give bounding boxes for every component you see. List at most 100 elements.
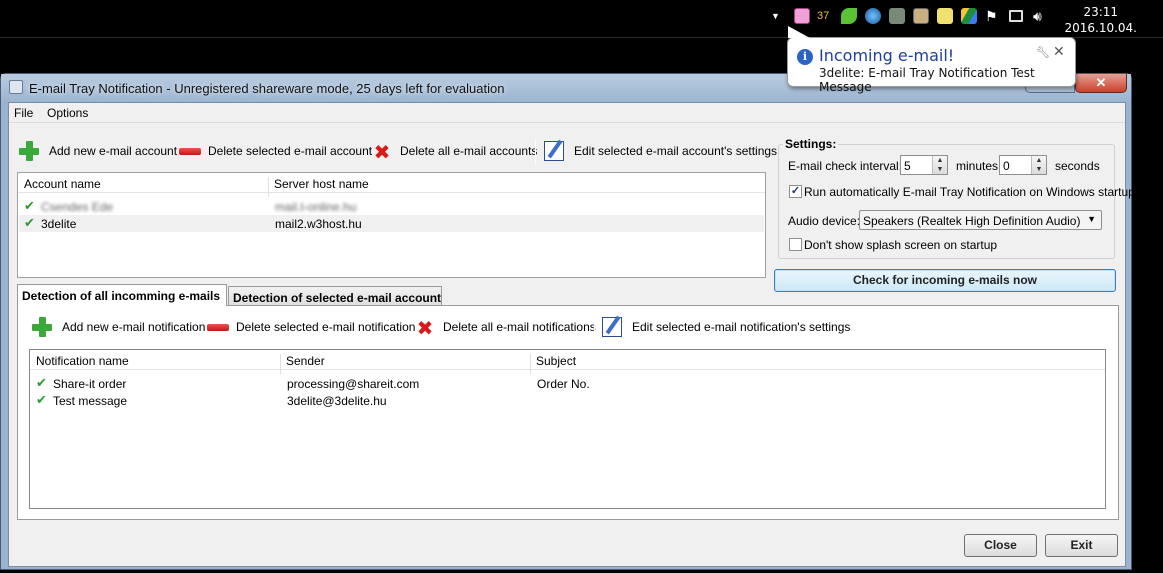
app-icon[interactable]: [9, 80, 23, 94]
add-account-label: Add new e-mail account: [49, 144, 178, 158]
close-button[interactable]: Close: [964, 534, 1037, 557]
notification-row[interactable]: ✔ Test message 3delite@3delite.hu: [31, 392, 1104, 409]
remove-icon: [179, 148, 201, 155]
menu-options[interactable]: Options: [47, 106, 88, 120]
edit-notification-button[interactable]: Edit selected e-mail notification's sett…: [602, 315, 850, 339]
edit-notification-label: Edit selected e-mail notification's sett…: [632, 320, 851, 334]
delete-x-icon: ✖: [416, 316, 434, 340]
enabled-check-icon: ✔: [24, 199, 35, 214]
enabled-check-icon: ✔: [36, 393, 47, 408]
tab-selected-account[interactable]: Detection of selected e-mail account: [228, 286, 442, 306]
notification-subject: Order No.: [537, 377, 590, 391]
accounts-list[interactable]: Account name Server host name ✔ Csendes …: [17, 172, 766, 278]
account-row[interactable]: ✔ 3delite mail2.w3host.hu: [19, 215, 764, 232]
settings-wrench-icon[interactable]: 🔧︎: [1036, 46, 1050, 59]
notification-name: Test message: [53, 394, 128, 408]
account-row[interactable]: ✔ Csendes Ede mail.t-online.hu: [19, 198, 764, 215]
exit-button[interactable]: Exit: [1045, 534, 1118, 557]
clock-date: 2016.10.04.: [1064, 21, 1137, 35]
balloon-title: Incoming e-mail!: [819, 46, 955, 65]
notification-balloon[interactable]: i Incoming e-mail! 3delite: E-mail Tray …: [787, 37, 1076, 94]
delete-all-accounts-label: Delete all e-mail accounts: [400, 144, 538, 158]
minutes-value: 5: [904, 159, 911, 173]
edit-account-label: Edit selected e-mail account's settings: [574, 144, 778, 158]
notification-row[interactable]: ✔ Share-it order processing@shareit.com …: [31, 375, 1104, 392]
column-divider[interactable]: [530, 354, 531, 374]
mail-tray-icon[interactable]: [794, 8, 810, 24]
toolbar-separator: [535, 140, 536, 164]
splash-label[interactable]: Don't show splash screen on startup: [804, 238, 997, 252]
notification-sender: processing@shareit.com: [287, 377, 420, 391]
minutes-label: minutes: [956, 159, 999, 173]
clock[interactable]: 23:11 2016.10.04.: [1064, 4, 1137, 36]
notification-name: Share-it order: [53, 377, 127, 391]
add-account-button[interactable]: Add new e-mail account: [19, 140, 177, 164]
settings-title: Settings:: [783, 137, 839, 151]
main-window: E-mail Tray Notification - Unregistered …: [0, 73, 1135, 570]
add-icon: [32, 317, 52, 337]
toolbar-separator: [594, 315, 595, 339]
enabled-check-icon: ✔: [36, 376, 47, 391]
window-title: E-mail Tray Notification - Unregistered …: [29, 81, 505, 96]
notes-icon[interactable]: [937, 8, 953, 24]
tab-panel: Add new e-mail notification Delete selec…: [17, 305, 1119, 520]
mail-count-badge[interactable]: 37: [817, 8, 835, 24]
delete-all-accounts-button[interactable]: ✖ Delete all e-mail accounts: [372, 140, 538, 164]
accounts-header: Account name Server host name: [18, 173, 765, 197]
window-close-button[interactable]: ✕: [1075, 74, 1127, 93]
startup-label[interactable]: Run automatically E-mail Tray Notificati…: [804, 185, 1135, 199]
column-subject[interactable]: Subject: [536, 354, 576, 368]
column-divider[interactable]: [268, 177, 269, 197]
balloon-text: 3delite: E-mail Tray Notification Test M…: [819, 66, 1035, 94]
menu-file[interactable]: File: [14, 106, 33, 120]
add-icon: [19, 141, 39, 161]
volume-icon[interactable]: 🔊︎: [1033, 8, 1049, 24]
globe-icon[interactable]: [865, 8, 881, 24]
notifications-list[interactable]: Notification name Sender Subject ✔ Share…: [29, 349, 1106, 509]
delete-notification-button[interactable]: Delete selected e-mail notification: [207, 315, 415, 339]
account-server: mail.t-online.hu: [275, 200, 357, 214]
leaf-icon[interactable]: [841, 8, 857, 24]
tab-all-emails[interactable]: Detection of all incomming e-mails: [17, 284, 227, 306]
seconds-value: 0: [1003, 159, 1010, 173]
edit-account-button[interactable]: Edit selected e-mail account's settings: [544, 140, 777, 164]
action-center-flag-icon[interactable]: ⚑: [985, 8, 1001, 24]
delete-all-notifications-button[interactable]: ✖ Delete all e-mail notifications: [415, 315, 596, 340]
minutes-spinner[interactable]: 5 ▲ ▼: [900, 155, 948, 175]
audio-label: Audio device:: [788, 214, 861, 228]
column-divider[interactable]: [280, 354, 281, 374]
column-server-host[interactable]: Server host name: [274, 177, 369, 191]
seconds-spinner[interactable]: 0 ▲ ▼: [999, 155, 1047, 175]
spin-buttons[interactable]: ▲ ▼: [1031, 156, 1046, 174]
column-account-name[interactable]: Account name: [24, 177, 101, 191]
column-sender[interactable]: Sender: [286, 354, 325, 368]
show-hidden-icons-chevron-icon[interactable]: ▼: [771, 11, 781, 21]
settings-group: Settings: E-mail check interval: 5 ▲ ▼ mi…: [778, 137, 1135, 259]
chevron-down-icon: ▼: [1087, 214, 1096, 224]
delete-notification-label: Delete selected e-mail notification: [236, 320, 416, 334]
notifications-header: Notification name Sender Subject: [30, 350, 1105, 374]
add-notification-label: Add new e-mail notification: [62, 320, 206, 334]
usb-device-icon[interactable]: [889, 8, 905, 24]
delete-account-button[interactable]: Delete selected e-mail account: [179, 140, 372, 164]
column-notification-name[interactable]: Notification name: [36, 354, 129, 368]
add-notification-button[interactable]: Add new e-mail notification: [32, 315, 205, 339]
seconds-label: seconds: [1055, 159, 1100, 173]
tab-control: Detection of all incomming e-mails Detec…: [17, 284, 1119, 526]
info-icon: i: [797, 49, 813, 65]
spin-buttons[interactable]: ▲ ▼: [932, 156, 947, 174]
client-area: File Options Add new e-mail account Dele…: [8, 102, 1135, 567]
edit-icon: [602, 317, 622, 337]
startup-checkbox[interactable]: ✓: [789, 185, 802, 198]
system-tray: ▼ 37 ⚑ 🔊︎: [770, 8, 1060, 28]
network-icon[interactable]: [1009, 10, 1023, 22]
drive-icon[interactable]: [961, 8, 977, 24]
notification-sender: 3delite@3delite.hu: [287, 394, 387, 408]
menu-bar: File Options: [9, 103, 1125, 123]
delete-x-icon: ✖: [373, 140, 391, 164]
edit-icon: [544, 141, 564, 161]
media-icon[interactable]: [913, 8, 929, 24]
balloon-close-icon[interactable]: ✕: [1053, 43, 1065, 60]
splash-checkbox[interactable]: [789, 238, 802, 251]
audio-device-select[interactable]: Speakers (Realtek High Definition Audio)…: [859, 210, 1102, 230]
